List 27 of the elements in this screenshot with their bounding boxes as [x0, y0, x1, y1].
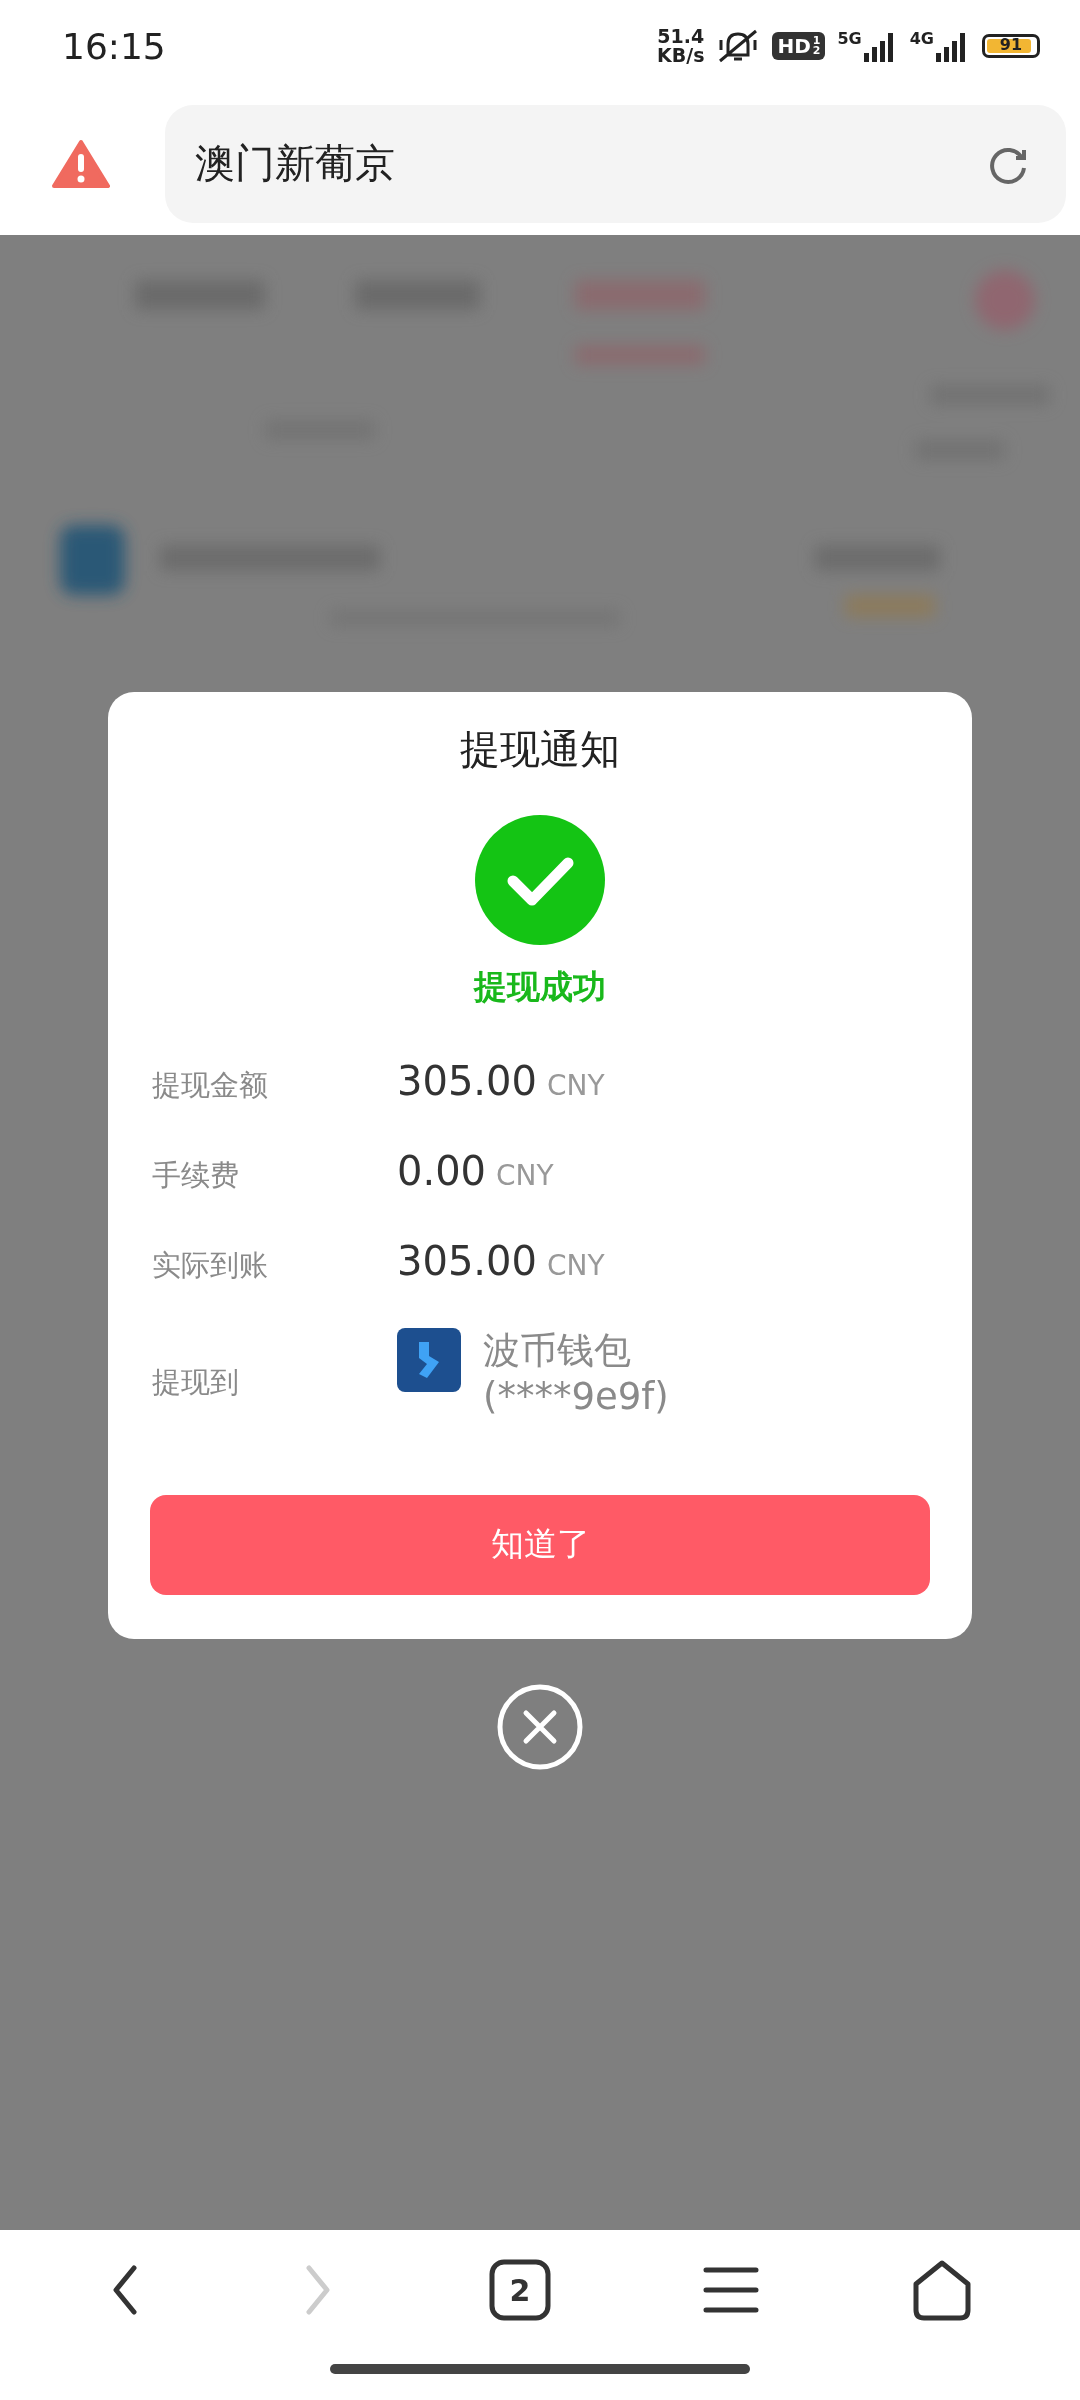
amount-value: 305.00 [397, 1238, 537, 1284]
clock: 16:15 [62, 25, 166, 67]
field-label: 实际到账 [152, 1247, 269, 1284]
wallet-name: 波币钱包 [483, 1328, 632, 1374]
tabs-button[interactable]: 2 [487, 2258, 552, 2322]
field-label: 手续费 [152, 1157, 240, 1194]
net-speed-unit: KB/s [657, 46, 705, 65]
net-speed: 51.4 [657, 27, 705, 46]
dialog-title: 提现通知 [460, 725, 620, 774]
currency-unit: CNY [546, 1069, 605, 1102]
url-text: 澳门新葡京 [195, 139, 395, 188]
field-label: 提现到 [152, 1364, 240, 1401]
network-type: 5G [837, 29, 862, 48]
status-text: 提现成功 [474, 966, 606, 1008]
network-type: 4G [909, 29, 934, 48]
menu-button[interactable] [703, 2265, 760, 2315]
field-label: 提现金额 [152, 1067, 269, 1104]
wallet-account: (****9e9f) [483, 1374, 669, 1421]
amount-value: 0.00 [397, 1148, 487, 1194]
currency-unit: CNY [546, 1249, 605, 1282]
warning-icon[interactable] [52, 138, 110, 189]
address-field[interactable]: 澳门新葡京 [165, 104, 1066, 223]
currency-unit: CNY [496, 1159, 554, 1192]
amount-value: 305.00 [397, 1058, 537, 1104]
wallet-logo-icon [397, 1328, 461, 1392]
battery-level: 91 [998, 35, 1024, 54]
close-icon[interactable] [496, 1682, 584, 1771]
